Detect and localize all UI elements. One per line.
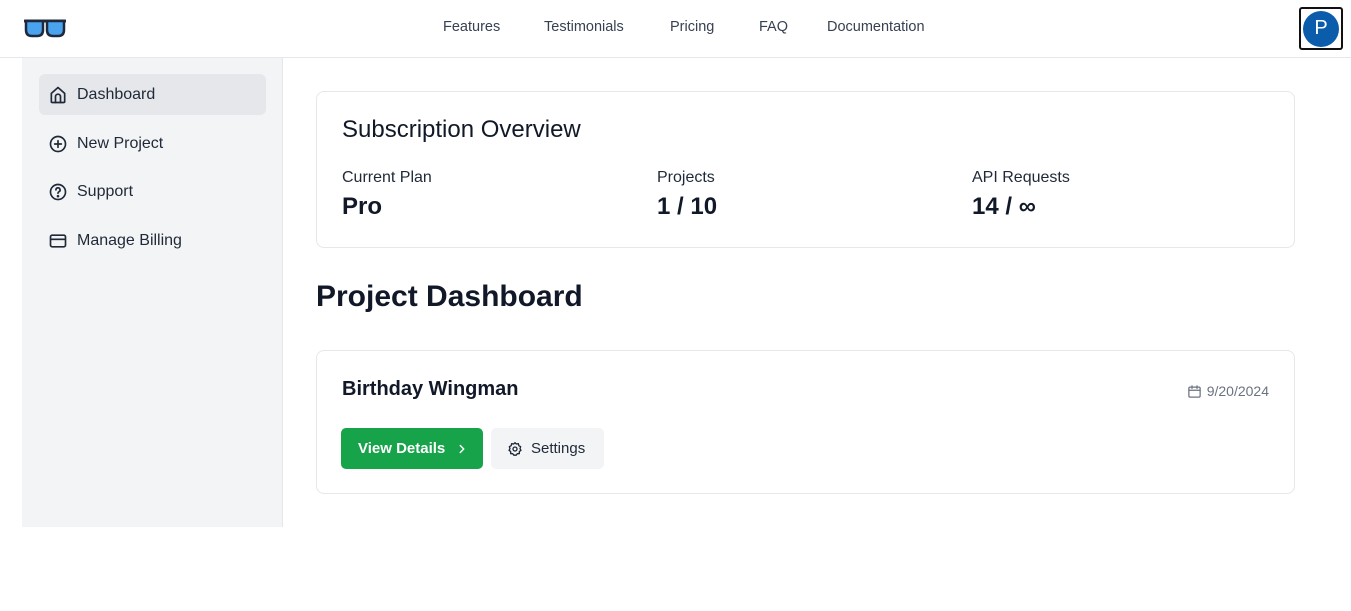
settings-label: Settings [531,440,586,457]
view-details-button[interactable]: View Details [341,428,483,469]
home-icon [50,86,66,103]
project-name: Birthday Wingman [342,378,519,400]
view-details-label: View Details [358,440,446,457]
nav-documentation[interactable]: Documentation [827,19,925,35]
sidebar-item-label: Manage Billing [77,231,182,249]
sidebar-item-dashboard[interactable]: Dashboard [39,74,266,115]
stat-label: API Requests [972,169,1070,186]
sidebar-item-label: Support [77,182,134,200]
page-title: Project Dashboard [316,280,583,313]
nav-faq[interactable]: FAQ [759,19,788,35]
stat-label: Projects [657,169,715,186]
gear-icon [508,441,522,456]
main-nav: Features Testimonials Pricing FAQ Docume… [0,0,1351,57]
stat-value: Pro [342,193,383,220]
project-date: 9/20/2024 [1187,383,1269,399]
sidebar-item-label: New Project [77,134,164,152]
sidebar-item-support[interactable]: Support [39,171,266,212]
project-card: Birthday Wingman 9/20/2024 View Details … [316,350,1295,494]
nav-pricing[interactable]: Pricing [670,19,714,35]
top-header: Features Testimonials Pricing FAQ Docume… [0,0,1351,58]
settings-button[interactable]: Settings [491,428,604,469]
stat-label: Current Plan [342,169,432,186]
chevron-right-icon [459,444,465,453]
avatar: P [1303,10,1339,47]
stat-current-plan: Current Plan Pro [342,169,432,221]
project-date-text: 9/20/2024 [1206,383,1269,399]
sidebar-item-new-project[interactable]: New Project [39,123,266,164]
stat-value: 14 / ∞ [972,193,1036,220]
sidebar: Dashboard New Project Support Manage Bil… [22,58,283,527]
nav-testimonials[interactable]: Testimonials [544,19,624,35]
nav-features[interactable]: Features [443,19,500,35]
sidebar-item-label: Dashboard [77,85,156,103]
subscription-title: Subscription Overview [342,116,581,143]
stat-value: 1 / 10 [657,193,718,220]
credit-card-icon [49,233,67,248]
calendar-icon [1187,384,1201,398]
stat-api-requests: API Requests 14 / ∞ [972,169,1070,221]
help-circle-icon [49,183,67,200]
user-menu-button[interactable]: P [1299,7,1343,50]
subscription-overview-card: Subscription Overview Current Plan Pro P… [316,91,1295,248]
plus-circle-icon [49,135,67,152]
sidebar-item-manage-billing[interactable]: Manage Billing [39,220,266,261]
stat-projects: Projects 1 / 10 [657,169,717,221]
